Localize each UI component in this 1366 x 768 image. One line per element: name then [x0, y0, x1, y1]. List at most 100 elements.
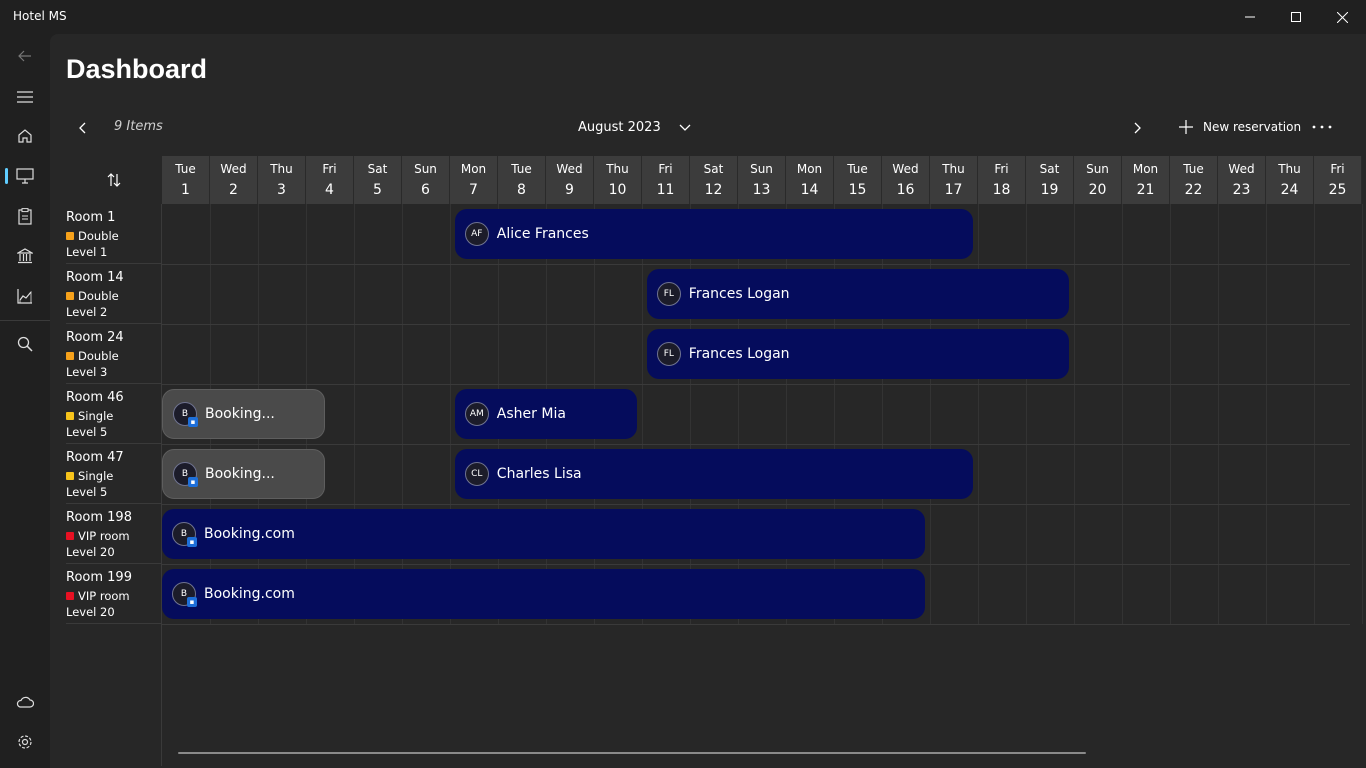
room-type-label: Double — [78, 229, 119, 243]
grid-column-line — [690, 204, 691, 624]
reservation-bar[interactable]: CL Charles Lisa — [454, 449, 974, 499]
close-button[interactable] — [1319, 0, 1365, 34]
day-number: 11 — [656, 182, 675, 198]
grid-column-line — [978, 204, 979, 624]
room-row-header[interactable]: Room 46 Single Level 5 — [66, 384, 161, 444]
reservation-label: Booking... — [205, 466, 275, 482]
day-header: Tue 1 — [162, 156, 210, 204]
room-row-header[interactable]: Room 47 Single Level 5 — [66, 444, 161, 504]
nav-item-reservations[interactable] — [5, 198, 45, 234]
room-type: Double — [66, 349, 119, 363]
month-label: August 2023 — [578, 120, 661, 135]
day-header: Wed 23 — [1218, 156, 1266, 204]
back-button[interactable] — [5, 38, 45, 74]
room-type-label: Single — [78, 469, 114, 483]
room-row-header[interactable]: Room 1 Double Level 1 — [66, 204, 161, 264]
room-type: Single — [66, 469, 113, 483]
reservation-bar[interactable]: B ▪ Booking.com — [162, 509, 926, 559]
day-number: 5 — [373, 182, 382, 198]
grid-column-line — [834, 204, 835, 624]
day-header: Thu 10 — [594, 156, 642, 204]
reservation-bar[interactable]: B ▪ Booking... — [162, 389, 326, 439]
reservation-bar[interactable]: FL Frances Logan — [646, 269, 1070, 319]
month-selector[interactable]: August 2023 — [578, 120, 691, 135]
nav-item-home[interactable] — [5, 118, 45, 154]
clipboard-icon — [18, 207, 32, 225]
nav-item-cloud[interactable] — [5, 684, 45, 720]
nav-item-search[interactable] — [5, 326, 45, 362]
room-type-color-indicator — [66, 472, 74, 480]
room-level: Level 20 — [66, 545, 115, 559]
chevron-left-icon — [79, 122, 86, 134]
grid-column-line — [1122, 204, 1123, 624]
day-number: 12 — [704, 182, 723, 198]
reservation-bar[interactable]: FL Frances Logan — [646, 329, 1070, 379]
previous-button[interactable] — [78, 118, 94, 138]
sort-button[interactable] — [66, 156, 161, 204]
guest-avatar: CL — [464, 462, 489, 486]
day-number: 16 — [896, 182, 915, 198]
day-number: 22 — [1184, 182, 1203, 198]
page-title: Dashboard — [66, 54, 208, 84]
booking-source-badge-icon: ▪ — [188, 477, 198, 487]
room-row-header[interactable]: Room 24 Double Level 3 — [66, 324, 161, 384]
day-name: Fri — [658, 162, 673, 176]
guest-initials: AM — [469, 409, 484, 419]
day-number: 19 — [1040, 182, 1059, 198]
day-name: Mon — [796, 162, 823, 176]
grid-row-line — [161, 264, 1350, 265]
menu-toggle-button[interactable] — [5, 79, 45, 115]
new-reservation-button[interactable]: New reservation — [1179, 120, 1301, 134]
day-header: Tue 22 — [1170, 156, 1218, 204]
guest-avatar: B ▪ — [172, 582, 197, 607]
chart-icon — [17, 289, 32, 304]
reservation-label: Asher Mia — [496, 406, 566, 422]
day-name: Sat — [1039, 162, 1060, 176]
day-number: 1 — [181, 182, 190, 198]
minimize-icon — [1245, 16, 1255, 18]
reservation-bar[interactable]: AF Alice Frances — [454, 209, 974, 259]
guest-avatar: FL — [656, 282, 681, 306]
minimize-button[interactable] — [1227, 0, 1273, 34]
reservation-bar[interactable]: AM Asher Mia — [454, 389, 638, 439]
day-header: Fri 4 — [306, 156, 354, 204]
reservation-bar[interactable]: B ▪ Booking... — [162, 449, 326, 499]
room-type: Single — [66, 409, 113, 423]
day-header: Sun 20 — [1074, 156, 1122, 204]
maximize-button[interactable] — [1273, 0, 1319, 34]
reservation-label: Booking... — [205, 406, 275, 422]
day-name: Wed — [1228, 162, 1255, 176]
room-name: Room 199 — [66, 570, 132, 585]
room-level: Level 20 — [66, 605, 115, 619]
grid-column-line — [786, 204, 787, 624]
day-number: 3 — [277, 182, 286, 198]
day-header: Sun 13 — [738, 156, 786, 204]
room-row-header[interactable]: Room 14 Double Level 2 — [66, 264, 161, 324]
more-options-button[interactable] — [1312, 120, 1334, 134]
day-number: 21 — [1136, 182, 1155, 198]
chevron-right-icon — [1134, 122, 1141, 134]
room-type-label: VIP room — [78, 589, 130, 603]
day-header: Mon 7 — [450, 156, 498, 204]
day-header: Sat 5 — [354, 156, 402, 204]
next-button[interactable] — [1132, 118, 1148, 138]
reservation-bar[interactable]: B ▪ Booking.com — [162, 569, 926, 619]
day-name: Wed — [220, 162, 247, 176]
nav-item-settings[interactable] — [5, 724, 45, 760]
day-name: Sun — [414, 162, 437, 176]
day-name: Fri — [322, 162, 337, 176]
grid-row-line — [161, 624, 1350, 625]
nav-item-dashboard[interactable] — [5, 158, 45, 194]
room-row-header[interactable]: Room 199 VIP room Level 20 — [66, 564, 161, 624]
title-bar: Hotel MS — [0, 0, 1366, 34]
grid-row-line — [161, 444, 1350, 445]
nav-item-finance[interactable] — [5, 238, 45, 274]
sort-arrows-icon — [107, 173, 120, 187]
day-header: Mon 14 — [786, 156, 834, 204]
room-type: VIP room — [66, 529, 130, 543]
grid-column-line — [1026, 204, 1027, 624]
nav-item-reports[interactable] — [5, 278, 45, 314]
horizontal-scrollbar[interactable] — [178, 752, 1086, 754]
day-number: 24 — [1280, 182, 1299, 198]
room-row-header[interactable]: Room 198 VIP room Level 20 — [66, 504, 161, 564]
